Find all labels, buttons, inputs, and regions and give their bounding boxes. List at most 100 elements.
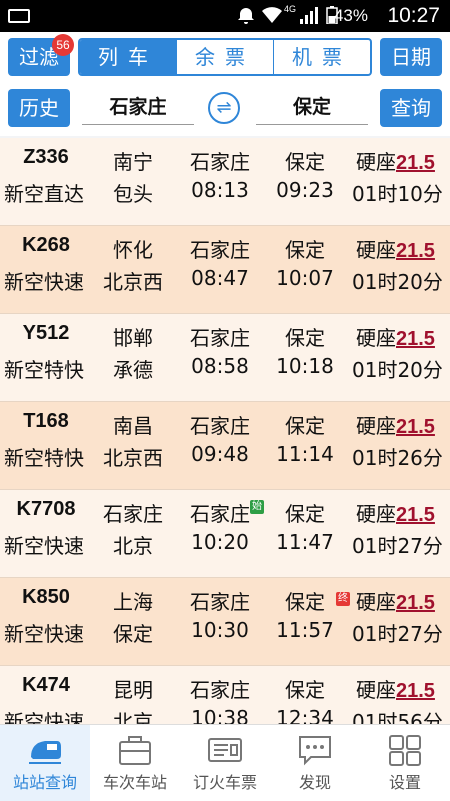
- to-station-input[interactable]: 保定: [256, 90, 368, 125]
- bottom-nav: 站站查询 车次车站 订火车票 发现 设置: [0, 724, 450, 801]
- train-type: 新空快速: [4, 270, 84, 294]
- date-button[interactable]: 日期: [380, 38, 442, 76]
- nav-station-query[interactable]: 站站查询: [0, 725, 90, 801]
- keyboard-icon: [8, 9, 30, 23]
- train-number: Z336: [23, 146, 69, 168]
- seat-price: 硬座21.5: [356, 586, 435, 615]
- train-number: K474: [22, 674, 70, 696]
- origin-station: 南昌: [113, 414, 153, 438]
- seat-type: 硬座: [356, 326, 396, 350]
- departure-station: 石家庄: [190, 150, 250, 174]
- train-type: 新空快速: [4, 710, 84, 724]
- origin-station: 昆明: [113, 678, 153, 702]
- ticket-price-link[interactable]: 21.5: [396, 152, 435, 174]
- train-type: 新空快速: [4, 622, 84, 646]
- train-type: 新空特快: [4, 446, 84, 470]
- ticket-price-link[interactable]: 21.5: [396, 240, 435, 262]
- nav-discover[interactable]: 发现: [270, 725, 360, 801]
- terminal-station: 保定: [113, 622, 153, 646]
- status-bar: 4G 43% 10:27: [0, 0, 450, 32]
- departure-station: 石家庄: [190, 502, 250, 526]
- mode-tabs: 列车 余票 机票: [78, 38, 372, 76]
- from-station-input[interactable]: 石家庄: [82, 90, 194, 125]
- travel-duration: 01时10分: [352, 182, 443, 206]
- train-row[interactable]: Z336 新空直达 南宁 包头 石家庄 08:13 保定 09:23 01时10分 硬座21.5: [0, 138, 450, 226]
- train-icon: [29, 741, 61, 764]
- arrival-time: 10:18: [276, 354, 334, 378]
- terminal-station: 北京西: [103, 270, 163, 294]
- alarm-icon: [238, 8, 254, 24]
- train-row[interactable]: K474 新空快速 昆明 北京 石家庄 10:38 保定 12:34 01时56分 硬座21.5: [0, 666, 450, 724]
- travel-duration: 01时20分: [352, 270, 443, 294]
- nav-settings[interactable]: 设置: [360, 725, 450, 801]
- battery-percent: 43%: [333, 6, 368, 25]
- departure-time: 10:20: [191, 530, 249, 554]
- departure-station: 石家庄: [190, 326, 250, 350]
- signal-type: 4G: [284, 4, 297, 14]
- departure-station: 石家庄: [190, 678, 250, 702]
- swap-stations-icon[interactable]: ⇌: [208, 92, 240, 124]
- ticket-price-link[interactable]: 21.5: [396, 592, 435, 614]
- train-number: K850: [22, 586, 70, 608]
- terminal-station: 北京: [113, 710, 153, 724]
- arrival-station: 保定: [285, 414, 325, 438]
- nav-book-tickets[interactable]: 订火车票: [180, 725, 270, 801]
- nav-label: 站站查询: [12, 773, 77, 792]
- terminal-station: 北京: [113, 534, 153, 558]
- terminal-station: 包头: [113, 182, 153, 206]
- ticket-price-link[interactable]: 21.5: [396, 328, 435, 350]
- train-type: 新空直达: [4, 182, 84, 206]
- tab-trains[interactable]: 列车: [80, 40, 176, 74]
- origin-station: 南宁: [113, 150, 153, 174]
- train-row[interactable]: K850 新空快速 上海 保定 石家庄 10:30 保定 11:57 01时27分 硬座21.5 终: [0, 578, 450, 666]
- arrival-time: 09:23: [276, 178, 334, 202]
- seat-type: 硬座: [356, 414, 396, 438]
- arrival-station: 保定: [285, 238, 325, 262]
- ticket-price-link[interactable]: 21.5: [396, 680, 435, 702]
- departure-time: 09:48: [191, 442, 249, 466]
- ticket-price-link[interactable]: 21.5: [396, 416, 435, 438]
- train-row[interactable]: Y512 新空特快 邯郸 承德 石家庄 08:58 保定 10:18 01时20分 硬座21.5: [0, 314, 450, 402]
- departure-time: 08:13: [191, 178, 249, 202]
- travel-duration: 01时26分: [352, 446, 443, 470]
- chat-bubble-icon: [299, 736, 331, 766]
- tab-remaining-tickets[interactable]: 余票: [176, 40, 273, 74]
- seat-price: 硬座21.5: [356, 146, 435, 175]
- arrival-time: 11:57: [276, 618, 334, 642]
- seat-type: 硬座: [356, 150, 396, 174]
- history-button[interactable]: 历史: [8, 89, 70, 127]
- grid-icon: [389, 735, 421, 766]
- nav-train-station[interactable]: 车次车站: [90, 725, 180, 801]
- train-row[interactable]: K7708 新空快速 石家庄 北京 石家庄 10:20 保定 11:47 01时27分 硬座21.…: [0, 490, 450, 578]
- nav-label: 发现: [298, 773, 331, 792]
- departure-station: 石家庄: [190, 414, 250, 438]
- origin-station: 上海: [113, 590, 153, 614]
- arrival-time: 11:14: [276, 442, 334, 466]
- train-type: 新空特快: [4, 358, 84, 382]
- departure-station: 石家庄: [190, 238, 250, 262]
- signal-icon: [300, 7, 318, 24]
- arrival-time: 10:07: [276, 266, 334, 290]
- filter-button[interactable]: 过滤 56: [8, 34, 74, 76]
- seat-type: 硬座: [356, 678, 396, 702]
- ticket-icon: [208, 738, 242, 762]
- terminal-tag: 终: [336, 592, 350, 606]
- train-number: T168: [23, 410, 69, 432]
- origin-tag: 始: [250, 500, 264, 514]
- train-list: Z336 新空直达 南宁 包头 石家庄 08:13 保定 09:23 01时10分 硬座21.5 K…: [0, 138, 450, 724]
- seat-price: 硬座21.5: [356, 410, 435, 439]
- arrival-time: 12:34: [276, 706, 334, 724]
- ticket-price-link[interactable]: 21.5: [396, 504, 435, 526]
- train-row[interactable]: K268 新空快速 怀化 北京西 石家庄 08:47 保定 10:07 01时20分 硬座21.5: [0, 226, 450, 314]
- tab-flights[interactable]: 机票: [273, 40, 370, 74]
- train-row[interactable]: T168 新空特快 南昌 北京西 石家庄 09:48 保定 11:14 01时26分 硬座21.5: [0, 402, 450, 490]
- train-number: K7708: [16, 498, 76, 520]
- train-number: K268: [22, 234, 70, 256]
- seat-price: 硬座21.5: [356, 234, 435, 263]
- train-type: 新空快速: [4, 534, 84, 558]
- travel-duration: 01时27分: [352, 622, 443, 646]
- nav-label: 车次车站: [102, 773, 167, 792]
- query-button[interactable]: 查询: [380, 89, 442, 127]
- arrival-station: 保定: [285, 502, 325, 526]
- arrival-time: 11:47: [276, 530, 334, 554]
